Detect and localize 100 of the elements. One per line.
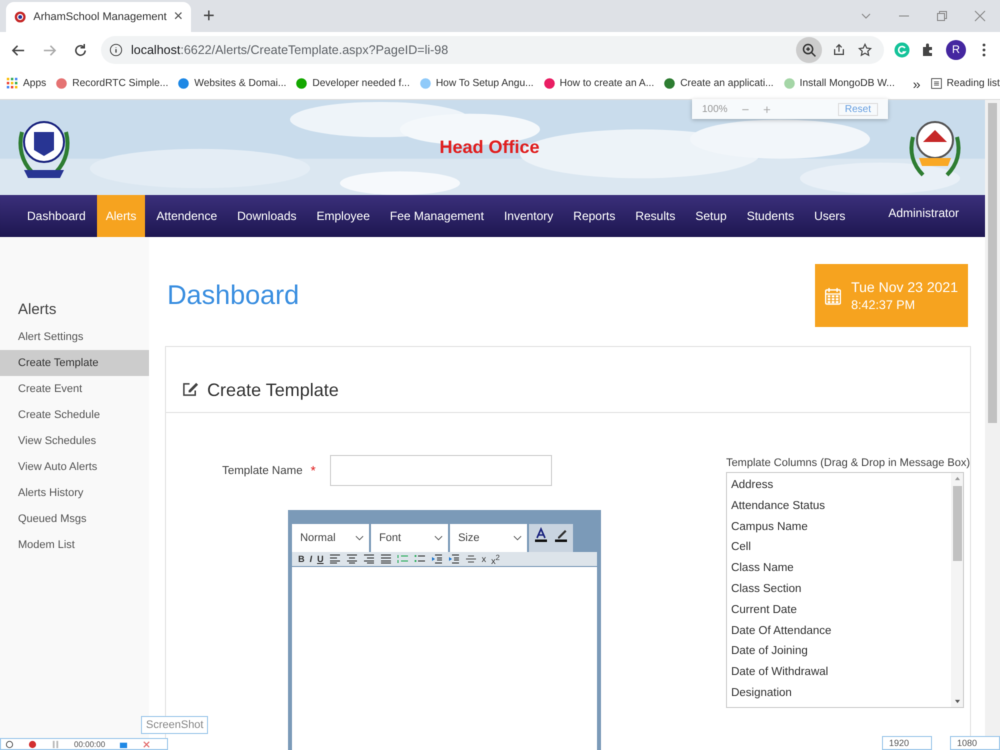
align-icon[interactable] [380, 554, 392, 564]
recording-time: 00:00:00 [74, 740, 106, 748]
nav-tab[interactable]: Results [626, 194, 684, 237]
record-icon[interactable] [28, 740, 37, 748]
star-icon[interactable] [856, 43, 874, 57]
bookmark-icon [782, 77, 796, 90]
reading-list-button[interactable]: Reading list [930, 77, 1000, 90]
bookmark-item[interactable]: Create an applicati... [663, 77, 774, 90]
column-option[interactable]: Cell [731, 537, 948, 558]
close-tab-button[interactable]: × [174, 8, 183, 26]
nav-tab[interactable]: Setup [686, 194, 736, 237]
nav-tab[interactable]: Dashboard [18, 194, 95, 237]
user-menu[interactable]: Administrator [888, 194, 985, 237]
text-color-icon[interactable] [533, 527, 550, 543]
column-option[interactable]: Current Date [731, 600, 948, 621]
zoom-icon[interactable] [796, 37, 822, 63]
scroll-thumb[interactable] [988, 103, 997, 423]
info-icon [109, 43, 123, 57]
close-icon[interactable] [974, 10, 986, 22]
sidebar-item[interactable]: Queued Msgs [0, 506, 150, 532]
url-host: localhost [131, 43, 180, 57]
nav-tab[interactable]: Reports [564, 194, 624, 237]
column-option[interactable]: Address [731, 475, 948, 496]
editor-dropdown[interactable]: Normal [292, 524, 370, 552]
zoom-level: 100% [702, 104, 728, 114]
bookmark-item[interactable]: Websites & Domai... [177, 77, 286, 90]
editor-dropdown[interactable]: Size [450, 524, 528, 552]
bookmark-item[interactable]: How To Setup Angu... [418, 77, 534, 90]
bookmark-icon [542, 77, 556, 90]
sidebar-item[interactable]: Create Template [0, 350, 150, 376]
format-button[interactable]: I [310, 553, 312, 565]
nav-tab[interactable]: Users [805, 194, 854, 237]
new-tab-button[interactable]: + [191, 4, 227, 28]
template-name-field[interactable] [330, 455, 552, 486]
restore-icon[interactable] [936, 10, 948, 22]
more-bookmarks-button[interactable]: » [912, 76, 921, 92]
nav-tab[interactable]: Fee Management [380, 194, 493, 237]
bookmark-item[interactable]: How to create an A... [542, 77, 654, 90]
bookmark-item[interactable]: Developer needed f... [295, 77, 410, 90]
format-button[interactable]: B [298, 553, 305, 565]
height-field[interactable]: 1080 [950, 736, 1000, 750]
profile-avatar[interactable]: R [946, 40, 966, 60]
sidebar-item[interactable]: View Schedules [0, 428, 150, 454]
camera-icon[interactable] [119, 740, 128, 748]
caret-icon [434, 535, 444, 541]
column-option[interactable]: Attendance Status [731, 496, 948, 517]
sidebar-item[interactable]: View Auto Alerts [0, 454, 150, 480]
page-scrollbar[interactable] [985, 100, 1000, 736]
bookmark-icon [177, 77, 190, 90]
bookmark-icon [55, 77, 68, 90]
sidebar-item[interactable]: Create Event [0, 376, 150, 402]
column-option[interactable]: Date of Withdrawal [731, 662, 948, 683]
column-option[interactable]: Date Of Attendance [731, 620, 948, 642]
bookmark-item[interactable]: Install MongoDB W... [782, 77, 895, 90]
format-button[interactable]: U [317, 553, 324, 565]
scroll-down-icon[interactable] [954, 699, 961, 704]
column-option[interactable]: Designation [731, 682, 948, 704]
align-icon[interactable] [362, 554, 375, 564]
nav-tab[interactable]: Attendence [147, 194, 226, 237]
date-text: Tue Nov 23 2021 [851, 279, 958, 295]
sidebar-item[interactable]: Alerts History [0, 480, 150, 506]
editor-dropdown[interactable]: Font [371, 524, 448, 552]
time-text: 8:42:37 PM [851, 298, 916, 312]
highlight-icon[interactable] [553, 527, 570, 543]
nav-tab[interactable]: Downloads [228, 194, 306, 237]
nav-tab[interactable]: Students [738, 194, 804, 237]
align-icon[interactable] [346, 554, 358, 564]
width-field[interactable]: 1920 [882, 736, 932, 750]
column-option[interactable]: Class Section [731, 578, 948, 600]
bookmark-item[interactable]: Apps [6, 77, 46, 90]
apps-grid-icon [6, 77, 19, 90]
sidebar-item[interactable]: Create Schedule [0, 402, 150, 428]
edit-icon [182, 381, 200, 398]
caret-icon [513, 535, 522, 541]
outdent-icon[interactable] [430, 554, 443, 564]
browser-tab[interactable]: ArhamSchool Management × [6, 2, 191, 32]
bookmark-icon [295, 77, 308, 90]
nav-tab[interactable]: Employee [308, 194, 379, 237]
scrollbar[interactable] [951, 473, 964, 707]
tab-title: ArhamSchool Management [33, 11, 167, 23]
close-icon[interactable] [142, 740, 152, 748]
address-bar[interactable]: localhost:6622/Alerts/CreateTemplate.aspx?PageID=li-98 [101, 36, 884, 64]
align-icon[interactable] [328, 554, 341, 564]
card-title: Create Template [207, 380, 339, 401]
sidebar-item[interactable]: Modem List [0, 532, 150, 558]
bookmark-item[interactable]: RecordRTC Simple... [55, 77, 168, 90]
horizontal-rule-icon[interactable] [464, 554, 477, 564]
nav-tab[interactable]: Inventory [494, 194, 562, 237]
bullet-list-icon[interactable] [414, 554, 426, 564]
column-option[interactable]: Class Name [731, 558, 948, 579]
indent-icon[interactable] [448, 554, 460, 564]
scroll-thumb[interactable] [952, 486, 962, 561]
scroll-up-icon[interactable] [954, 476, 961, 481]
list-icon [930, 77, 943, 90]
page-title: Dashboard [166, 280, 300, 311]
script-button[interactable]: x [482, 553, 486, 565]
column-option[interactable]: Campus Name [731, 516, 948, 538]
column-option[interactable]: Date of Joining [731, 641, 948, 662]
script-button[interactable]: x$^{2}$ [491, 552, 500, 566]
sidebar-item[interactable]: Alert Settings [0, 324, 150, 350]
